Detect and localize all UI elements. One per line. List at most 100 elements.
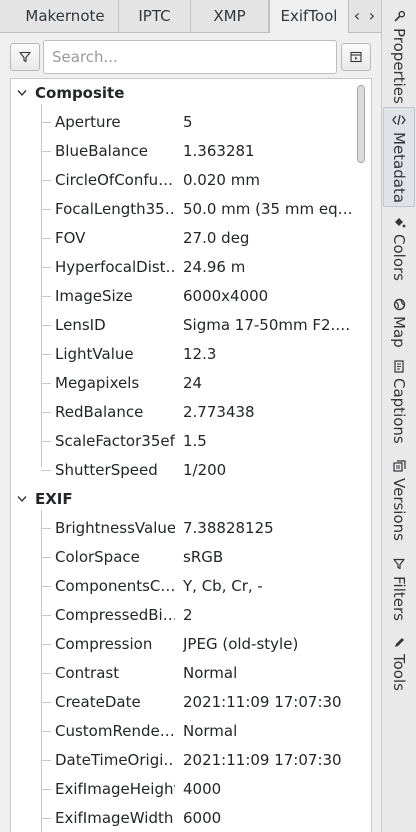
sidebar-tab-metadata[interactable]: Metadata — [383, 107, 415, 207]
sidebar-tab-label: Colors — [390, 234, 408, 281]
tree-row[interactable]: CompressedBi… 2 — [11, 601, 355, 630]
tag-value: 12.3 — [183, 345, 217, 363]
tree-row[interactable]: Megapixels 24 — [11, 369, 355, 398]
tree-row[interactable]: FOV 27.0 deg — [11, 224, 355, 253]
tab-xmp[interactable]: XMP — [191, 0, 269, 32]
panel-toggle-button[interactable] — [341, 43, 371, 71]
tag-name: FOV — [55, 229, 86, 247]
metadata-panel: Makernote IPTC XMP ExifTool ‹ › Composit… — [0, 0, 381, 832]
chevron-down-icon[interactable] — [17, 89, 27, 97]
tag-value: 2.773438 — [183, 403, 255, 421]
tree-row[interactable]: Compression JPEG (old-style) — [11, 630, 355, 659]
tag-value: Normal — [183, 722, 238, 740]
sidebar-tab-tools[interactable]: Tools — [383, 630, 415, 702]
group-row[interactable]: Composite — [11, 79, 355, 108]
tree-branch-line — [41, 383, 51, 384]
tree-branch-line — [41, 296, 51, 297]
tree-row[interactable]: FocalLength35… 50.0 mm (35 mm eq… — [11, 195, 355, 224]
tree-row[interactable]: ScaleFactor35efl 1.5 — [11, 427, 355, 456]
search-input[interactable] — [43, 40, 337, 74]
tree-branch-line — [41, 267, 51, 268]
panel-toggle-icon — [350, 51, 362, 63]
tree-row[interactable]: Contrast Normal — [11, 659, 355, 688]
tree-branch-line — [41, 412, 51, 413]
tag-value: Y, Cb, Cr, - — [183, 577, 263, 595]
sidebar-tab-properties[interactable]: Properties — [383, 4, 415, 104]
sidebar-tab-filters[interactable]: Filters — [383, 552, 415, 627]
tag-value: 24 — [183, 374, 203, 392]
tag-value: 27.0 deg — [183, 229, 250, 247]
tree-branch-line — [41, 760, 51, 761]
sidebar-tab-captions[interactable]: Captions — [383, 354, 415, 444]
tag-value: Sigma 17-50mm F2.… — [183, 316, 351, 334]
tree-branch-line — [41, 325, 51, 326]
filter-button[interactable] — [10, 43, 40, 71]
sidebar-tab-label: Captions — [390, 378, 408, 444]
tag-value: 1.363281 — [183, 142, 255, 160]
tag-value: sRGB — [183, 548, 224, 566]
tag-name: BlueBalance — [55, 142, 149, 160]
tree-row[interactable]: RedBalance 2.773438 — [11, 398, 355, 427]
tree-branch-line — [41, 151, 51, 152]
tree-row[interactable]: CreateDate 2021:11:09 17:07:30 — [11, 688, 355, 717]
tree-row[interactable]: ShutterSpeed 1/200 — [11, 456, 355, 485]
tag-name: ExifImageWidth — [55, 809, 174, 827]
sidebar-tab-map[interactable]: Map — [383, 292, 415, 350]
tag-value: 2 — [183, 606, 193, 624]
tag-name: Megapixels — [55, 374, 140, 392]
tag-name: CompressedBi… — [55, 606, 175, 624]
tag-value: 1/200 — [183, 461, 227, 479]
tab-exiftool[interactable]: ExifTool — [269, 0, 349, 33]
tab-makernote[interactable]: Makernote — [12, 0, 119, 32]
tree-row[interactable]: CustomRende… Normal — [11, 717, 355, 746]
tree-row[interactable]: CircleOfConfu… 0.020 mm — [11, 166, 355, 195]
tag-name: CircleOfConfu… — [55, 171, 174, 189]
sidebar-tab-label: Map — [390, 316, 408, 348]
tree-branch-line — [41, 673, 51, 674]
chevron-left-icon[interactable]: ‹ — [350, 0, 364, 32]
tree-branch-line — [41, 209, 51, 210]
scrollbar-track[interactable] — [355, 79, 371, 832]
tag-value: 5 — [183, 113, 193, 131]
right-sidebar: Properties Metadata Colors Map Captions Versi… — [381, 0, 416, 832]
sidebar-tab-colors[interactable]: Colors — [383, 210, 415, 290]
tree-branch-line — [41, 528, 51, 529]
sidebar-tab-label: Filters — [390, 576, 408, 621]
tree-row[interactable]: HyperfocalDist… 24.96 m — [11, 253, 355, 282]
tag-value: 6000x4000 — [183, 287, 269, 305]
chevron-right-icon[interactable]: › — [365, 0, 379, 32]
tag-name: ShutterSpeed — [55, 461, 158, 479]
tag-name: ImageSize — [55, 287, 133, 305]
tree-branch-line — [41, 586, 51, 587]
tree-row[interactable]: DateTimeOrigi… 2021:11:09 17:07:30 — [11, 746, 355, 775]
tree-row[interactable]: LightValue 12.3 — [11, 340, 355, 369]
tree-row[interactable]: Aperture 5 — [11, 108, 355, 137]
tag-name: FocalLength35… — [55, 200, 175, 218]
tree-row[interactable]: ColorSpace sRGB — [11, 543, 355, 572]
tree-branch-line — [41, 180, 51, 181]
tag-value: 2021:11:09 17:07:30 — [183, 751, 342, 769]
tree-row[interactable]: ExifImageWidth 6000 — [11, 804, 355, 832]
tag-name: Aperture — [55, 113, 121, 131]
tree-row[interactable]: ExifImageHeight 4000 — [11, 775, 355, 804]
tree-row[interactable]: BrightnessValue 7.38828125 — [11, 514, 355, 543]
sidebar-tab-label: Versions — [390, 478, 408, 541]
globe-icon — [391, 296, 407, 312]
tree-row[interactable]: LensID Sigma 17-50mm F2.… — [11, 311, 355, 340]
tree-row[interactable]: BlueBalance 1.363281 — [11, 137, 355, 166]
tree-branch-line — [41, 644, 51, 645]
tag-name: LightValue — [55, 345, 134, 363]
scrollbar-thumb[interactable] — [357, 85, 365, 163]
sidebar-tab-versions[interactable]: Versions — [383, 454, 415, 549]
metadata-tree[interactable]: Composite Aperture 5 BlueBalance 1.363281 Cir… — [10, 78, 372, 832]
chevron-down-icon[interactable] — [17, 495, 27, 503]
group-row[interactable]: EXIF — [11, 485, 355, 514]
tree-row[interactable]: ImageSize 6000x4000 — [11, 282, 355, 311]
tag-name: ExifImageHeight — [55, 780, 175, 798]
tag-name: CustomRende… — [55, 722, 175, 740]
tree-branch-line — [41, 731, 51, 732]
tab-iptc[interactable]: IPTC — [119, 0, 191, 32]
tree-row[interactable]: ComponentsC… Y, Cb, Cr, - — [11, 572, 355, 601]
code-icon — [391, 112, 407, 128]
tag-name: ComponentsC… — [55, 577, 175, 595]
